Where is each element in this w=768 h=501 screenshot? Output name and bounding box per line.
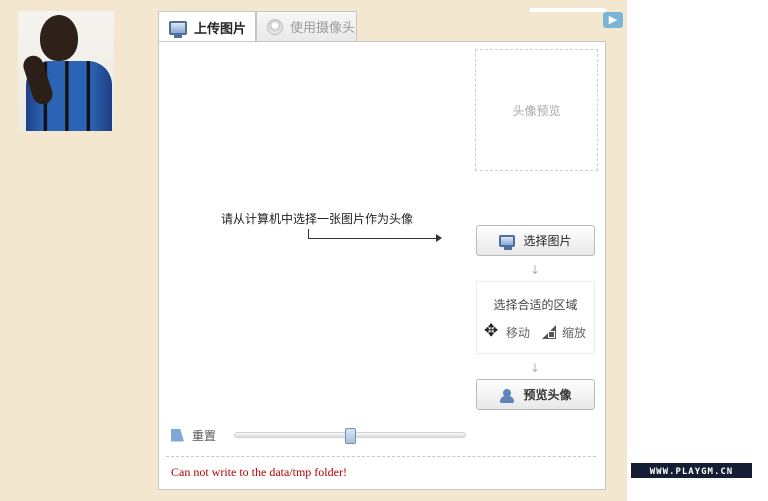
current-avatar <box>18 11 114 131</box>
move-label: 移动 <box>506 325 531 340</box>
select-image-button-label: 选择图片 <box>523 234 572 248</box>
webcam-icon <box>267 18 283 35</box>
reset-icon <box>171 429 185 443</box>
move-icon <box>484 321 502 341</box>
reset-button[interactable]: 重置 <box>171 427 216 444</box>
zoom-label: 缩放 <box>562 325 587 340</box>
down-arrow-icon: ↓ <box>530 263 541 277</box>
steps-controls: 移动 缩放 <box>484 321 587 341</box>
steps-title: 选择合适的区域 <box>493 298 578 312</box>
hint-arrow-head <box>436 234 442 242</box>
avatar-head <box>40 15 78 61</box>
tab-upload-image[interactable]: 上传图片 <box>158 11 256 43</box>
top-right-corner-strip <box>530 8 606 12</box>
selection-steps-box: 选择合适的区域 移动 缩放 <box>476 281 595 354</box>
user-icon <box>499 388 515 403</box>
hint-arrow-horizontal <box>308 238 438 239</box>
tab-bar: 上传图片 使用摄像头 <box>158 11 618 43</box>
zoom-icon <box>540 323 558 341</box>
watermark-gap <box>631 478 752 482</box>
monitor-icon <box>169 20 187 38</box>
hint-text: 请从计算机中选择一张图片作为头像 <box>221 212 414 226</box>
avatar-preview-box: 头像预览 <box>475 49 598 171</box>
select-image-button[interactable]: 选择图片 <box>476 225 595 256</box>
tab-webcam[interactable]: 使用摄像头 <box>256 11 357 41</box>
avatar-preview-label: 头像预览 <box>512 103 561 118</box>
tab-webcam-label: 使用摄像头 <box>290 21 356 36</box>
camera-shortcut-icon[interactable]: ▶ <box>603 12 623 28</box>
footer-divider <box>166 456 596 457</box>
zoom-slider[interactable] <box>234 428 466 444</box>
monitor-icon <box>499 234 516 250</box>
error-message: Can not write to the data/tmp folder! <box>171 465 347 479</box>
preview-avatar-button-label: 预览头像 <box>523 388 572 402</box>
zoom-slider-thumb[interactable] <box>344 428 356 444</box>
down-arrow-icon: ↓ <box>530 361 541 375</box>
reset-label: 重置 <box>192 429 217 443</box>
tab-upload-image-label: 上传图片 <box>194 22 247 37</box>
preview-avatar-button[interactable]: 预览头像 <box>476 379 595 410</box>
